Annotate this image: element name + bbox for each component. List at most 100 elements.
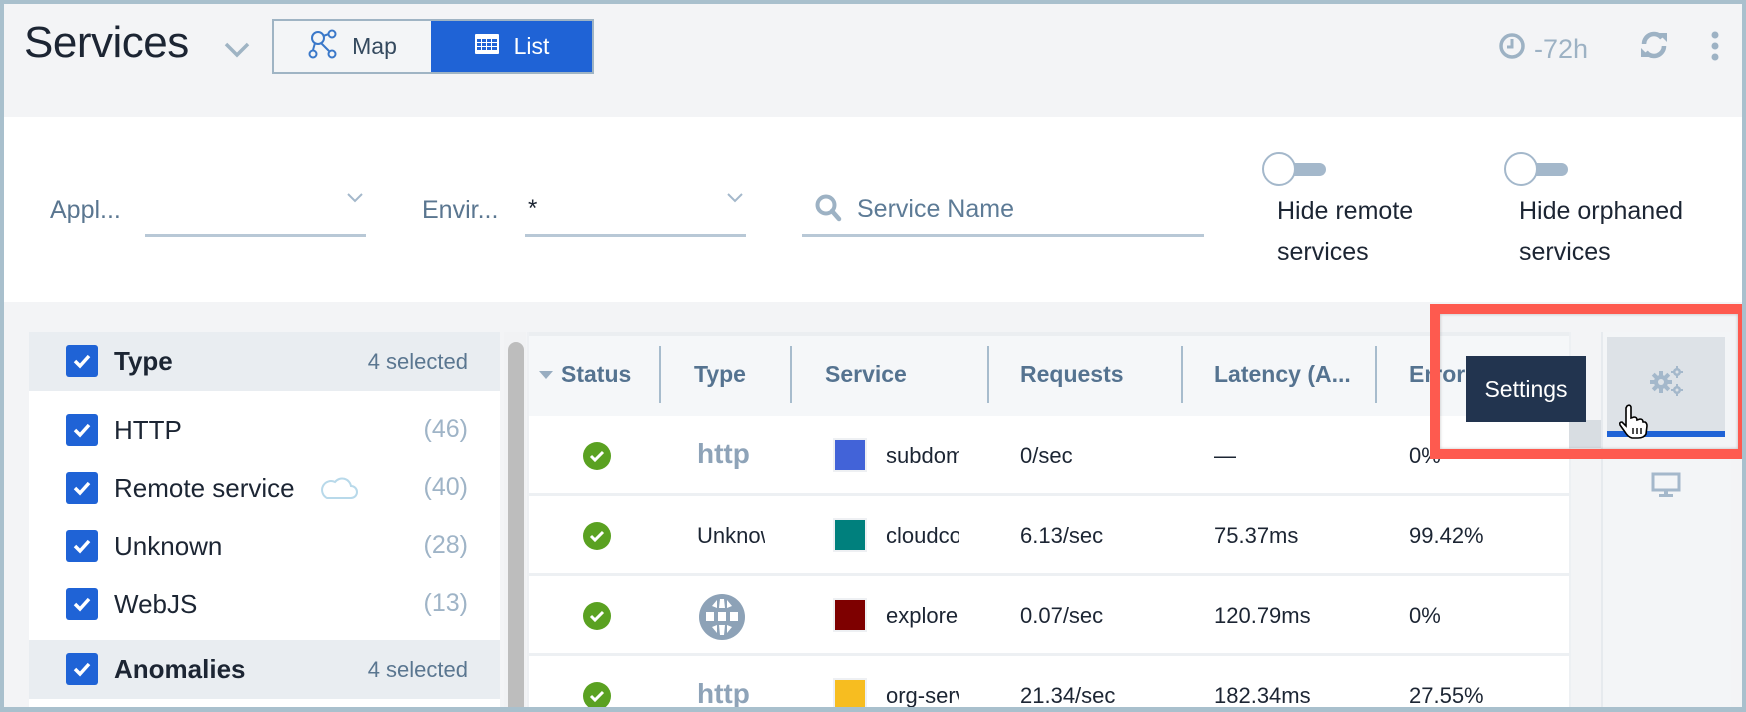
cloud-icon: [319, 474, 359, 507]
service-color-swatch: [833, 518, 867, 552]
active-tab-indicator: [1607, 431, 1725, 437]
environment-label: Envir...: [422, 196, 498, 225]
table-row[interactable]: Unknown cloudconfig 6.13/sec 75.37ms 99.…: [529, 496, 1569, 576]
checkbox[interactable]: [66, 530, 98, 562]
hide-remote-services-label: Hide remote services: [1277, 191, 1413, 273]
clock-icon: [1498, 32, 1526, 67]
facet-item-label: Unknown: [114, 531, 222, 562]
type-unknown-label: Unknown: [697, 523, 765, 549]
facet-item-http[interactable]: HTTP (46): [29, 404, 500, 462]
column-divider[interactable]: [987, 346, 989, 403]
time-range-picker[interactable]: -72h: [1498, 32, 1588, 67]
service-name[interactable]: explorer: [886, 603, 959, 629]
facet-item-webjs[interactable]: WebJS (13): [29, 578, 500, 636]
latency-value: —: [1214, 443, 1236, 469]
column-divider[interactable]: [790, 346, 792, 403]
service-name[interactable]: cloudconfig: [886, 523, 959, 549]
latency-value: 75.37ms: [1214, 523, 1298, 549]
column-header-status[interactable]: Status: [561, 361, 631, 388]
hide-orphaned-services-label: Hide orphaned services: [1519, 191, 1683, 273]
latency-value: 120.79ms: [1214, 603, 1311, 629]
list-view-label: List: [514, 33, 550, 60]
service-name[interactable]: org-service: [886, 683, 959, 707]
type-group-checkbox[interactable]: [66, 345, 98, 377]
chevron-down-icon: [726, 191, 744, 209]
requests-value: 6.13/sec: [1020, 523, 1103, 549]
facet-header-type[interactable]: Type 4 selected: [29, 332, 500, 391]
search-placeholder: Service Name: [857, 195, 1014, 224]
facet-selected-count: 4 selected: [368, 657, 468, 683]
column-divider[interactable]: [1181, 346, 1183, 403]
checkbox[interactable]: [66, 414, 98, 446]
requests-value: 21.34/sec: [1020, 683, 1115, 707]
checkbox[interactable]: [66, 472, 98, 504]
status-ok-icon: [583, 682, 611, 707]
hide-remote-services-toggle[interactable]: [1262, 152, 1328, 188]
facet-item-label: WebJS: [114, 589, 197, 620]
facet-title: Anomalies: [114, 654, 246, 685]
column-header-latency[interactable]: Latency (A...: [1214, 361, 1351, 388]
refresh-icon[interactable]: [1638, 29, 1670, 66]
globe-icon: [697, 592, 747, 647]
table-row[interactable]: explorer 0.07/sec 120.79ms 0%: [529, 576, 1569, 656]
error-value: 99.42%: [1409, 523, 1484, 549]
column-divider[interactable]: [659, 346, 661, 403]
column-header-type[interactable]: Type: [694, 361, 746, 388]
settings-tooltip: Settings: [1466, 356, 1586, 422]
map-view-button[interactable]: Map: [274, 21, 431, 72]
facet-panel: Type 4 selected HTTP (46) Remote service…: [29, 332, 500, 707]
more-options-icon[interactable]: [1709, 31, 1721, 66]
service-name-search[interactable]: Service Name: [802, 175, 1204, 237]
list-view-button[interactable]: List: [431, 21, 592, 72]
facet-selected-count: 4 selected: [368, 349, 468, 375]
error-value: 0%: [1409, 603, 1441, 629]
service-name[interactable]: subdomain: [886, 443, 959, 469]
search-icon: [814, 193, 842, 228]
table-row[interactable]: http subdomain 0/sec — 0%: [529, 416, 1569, 496]
facet-item-count: (40): [424, 473, 468, 502]
facet-item-count: (13): [424, 589, 468, 618]
facet-scrollbar[interactable]: [504, 332, 526, 707]
checkbox[interactable]: [66, 588, 98, 620]
requests-value: 0.07/sec: [1020, 603, 1103, 629]
facet-header-anomalies[interactable]: Anomalies 4 selected: [29, 640, 500, 699]
facet-item-label: Remote service: [114, 473, 295, 504]
filter-bar: Appl... Envir... * Service Name Hide rem: [4, 117, 1742, 302]
facet-item-label: HTTP: [114, 415, 182, 446]
display-tab-button[interactable]: [1607, 452, 1725, 522]
facet-item-count: (28): [424, 531, 468, 560]
application-select[interactable]: [145, 175, 366, 237]
type-http-label: http: [697, 678, 750, 707]
monitor-icon: [1651, 472, 1681, 503]
environment-select[interactable]: *: [525, 175, 746, 237]
anomalies-group-checkbox[interactable]: [66, 653, 98, 685]
column-header-requests[interactable]: Requests: [1020, 361, 1124, 388]
table-row[interactable]: http org-service 21.34/sec 182.34ms 27.5…: [529, 656, 1569, 707]
title-dropdown-chevron-icon[interactable]: [222, 40, 252, 60]
scrollbar-thumb[interactable]: [508, 342, 524, 707]
application-label: Appl...: [50, 196, 121, 225]
map-topology-icon: [308, 29, 338, 65]
sort-desc-icon: [539, 371, 553, 379]
facet-item-count: (46): [424, 415, 468, 444]
settings-tab-button[interactable]: [1607, 337, 1725, 437]
latency-value: 182.34ms: [1214, 683, 1311, 707]
status-ok-icon: [583, 442, 611, 470]
facet-item-remote-service[interactable]: Remote service (40): [29, 462, 500, 520]
status-ok-icon: [583, 522, 611, 550]
service-color-swatch: [833, 438, 867, 472]
column-header-service[interactable]: Service: [825, 361, 907, 388]
services-page: Services Map: [4, 4, 1742, 707]
column-divider[interactable]: [1375, 346, 1377, 403]
facet-title: Type: [114, 346, 173, 377]
gears-icon: [1649, 365, 1685, 402]
side-rail: [1601, 332, 1731, 707]
services-table: Status Type Service Requests Latency (A.…: [527, 332, 1569, 707]
status-ok-icon: [583, 602, 611, 630]
facet-item-unknown[interactable]: Unknown (28): [29, 520, 500, 578]
error-value: 27.55%: [1409, 683, 1484, 707]
hide-orphaned-services-toggle[interactable]: [1504, 152, 1570, 188]
time-range-value: -72h: [1534, 34, 1588, 65]
table-grid-icon: [474, 33, 500, 61]
column-header-error[interactable]: Error: [1409, 361, 1465, 388]
